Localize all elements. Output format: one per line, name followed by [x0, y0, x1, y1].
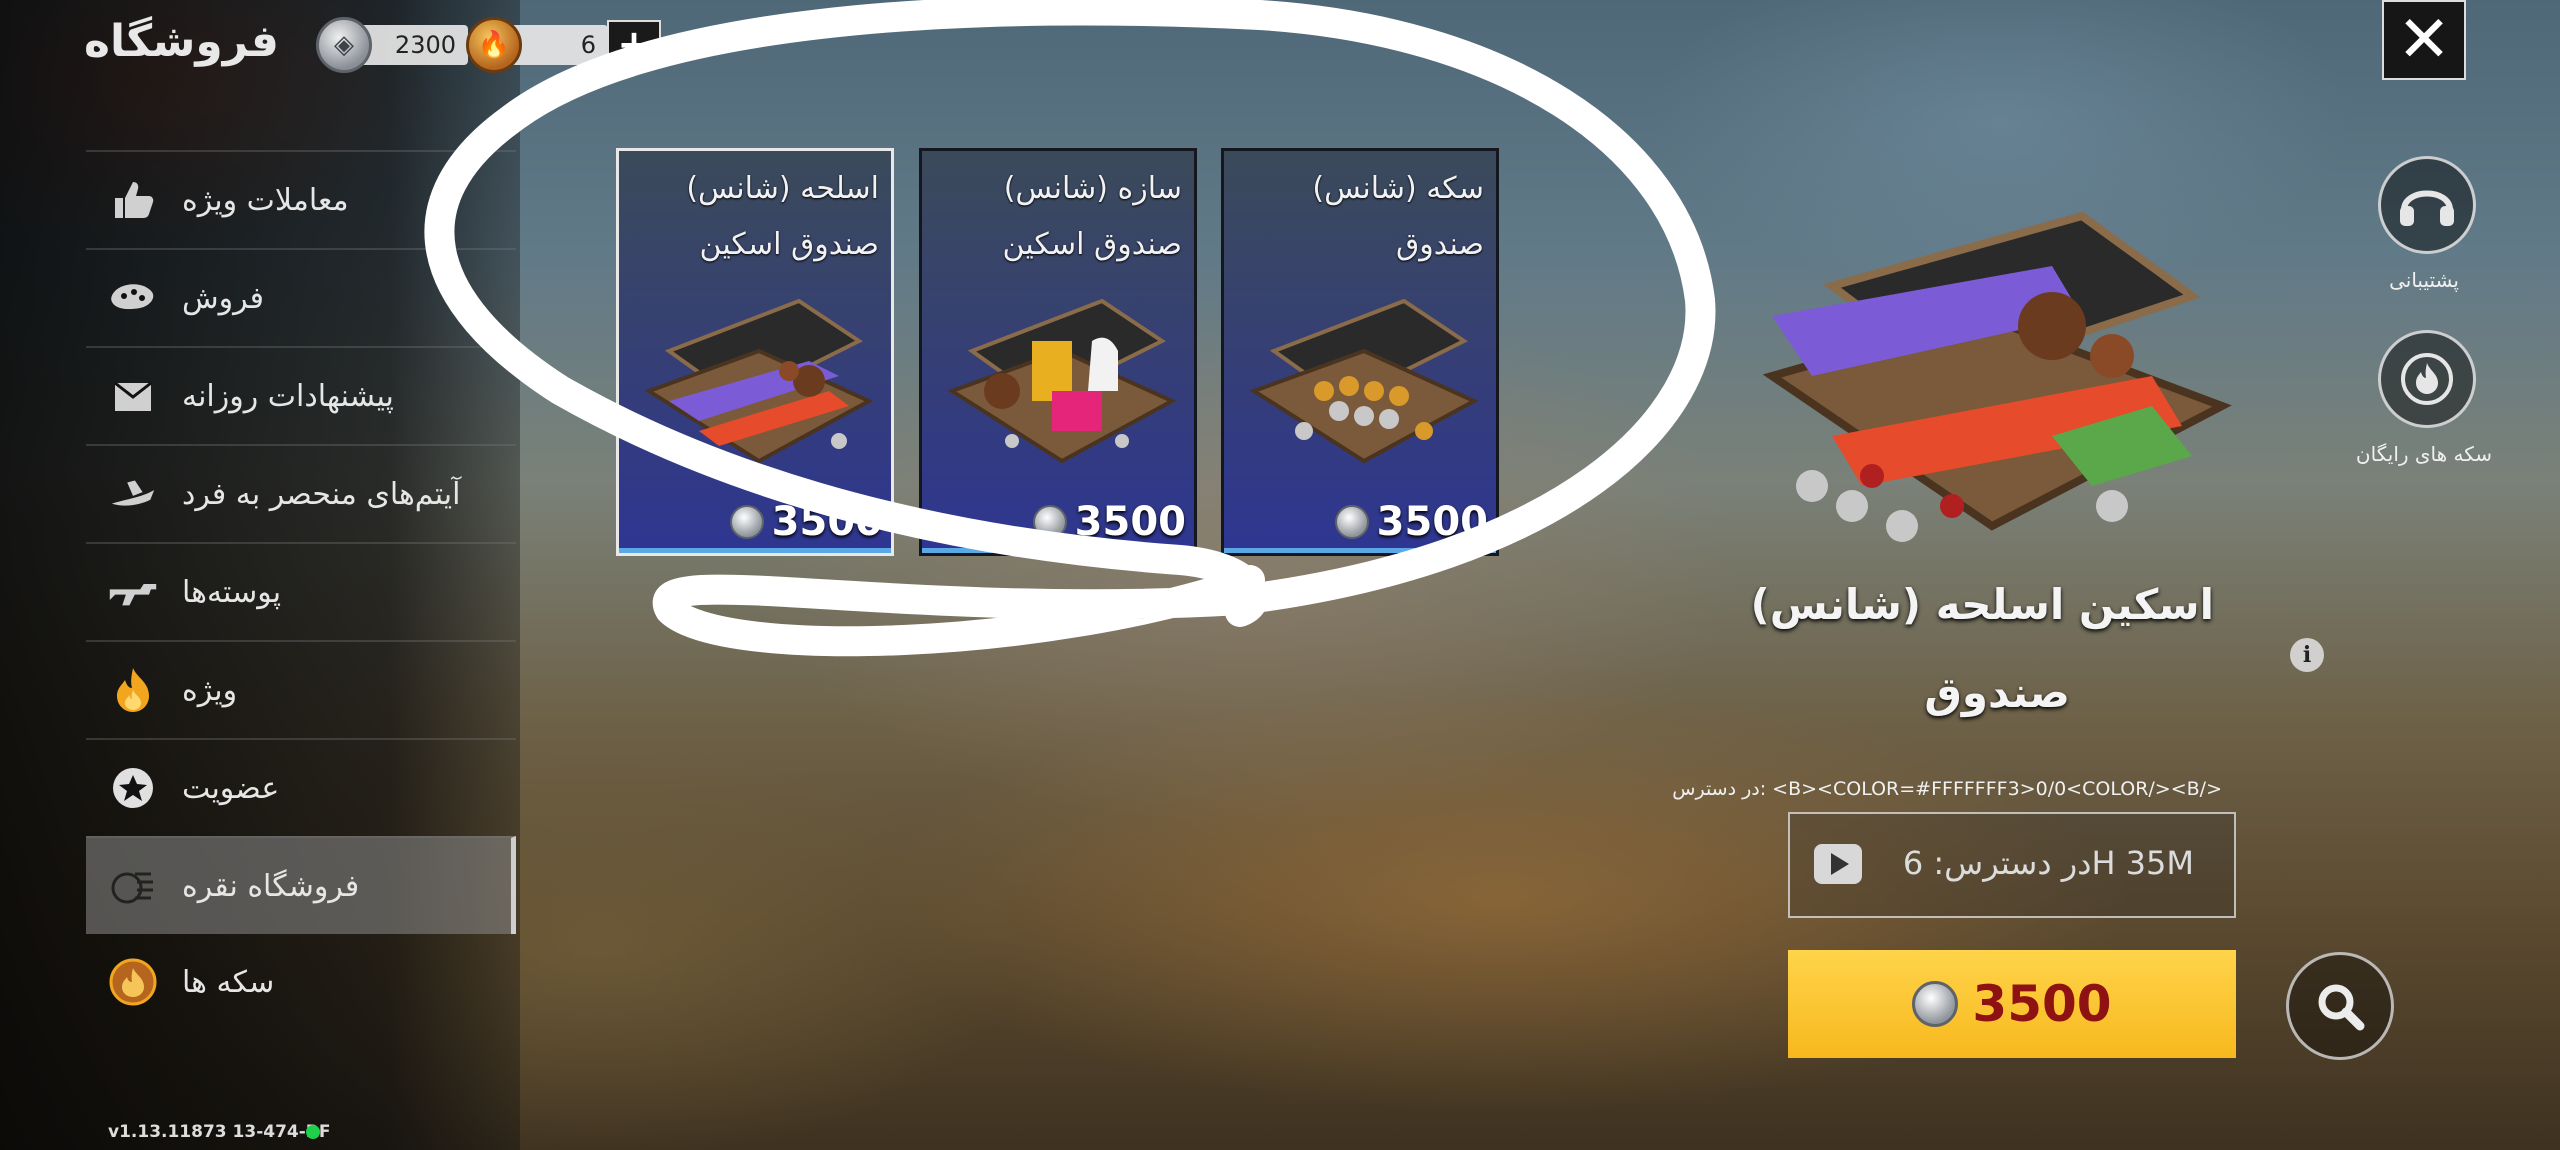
free-coins-button[interactable]: [2378, 330, 2476, 428]
sidebar-item-premium[interactable]: ویژه: [86, 640, 516, 738]
inspect-button[interactable]: [2286, 952, 2394, 1060]
product-card-weapon-skin-box[interactable]: اسلحه (شانس) صندوق اسکین 3500: [616, 148, 894, 556]
structure-crate-image: [947, 298, 1177, 464]
gold-flame-coin-icon: 🔥: [466, 17, 522, 73]
sidebar-item-label: فروشگاه نقره: [182, 868, 360, 904]
add-currency-button[interactable]: +: [607, 20, 661, 68]
sidebar-item-label: عضویت: [182, 770, 280, 806]
gold-coin-icon: [108, 957, 158, 1007]
sidebar-item-daily-offers[interactable]: پیشنهادات روزانه: [86, 346, 516, 444]
thumbs-up-icon: [108, 175, 158, 225]
sidebar-item-label: پوسته‌ها: [182, 574, 282, 610]
card-subtitle: صندوق اسکین: [699, 227, 879, 262]
hoverboard-icon: [108, 469, 158, 519]
free-coins-label: سکه های رایگان: [2355, 442, 2493, 466]
magnifier-icon: [2318, 984, 2365, 1031]
support-label: پشتیبانی: [2389, 268, 2459, 292]
flame-coin-icon: [2401, 353, 2453, 405]
play-video-icon: [1814, 844, 1862, 884]
availability-timer: در دسترس: 6H 35M: [1902, 844, 2194, 882]
sidebar-item-special-deals[interactable]: معاملات ویژه: [86, 150, 516, 248]
silver-coin-icon: [1334, 505, 1369, 539]
sidebar-item-label: پیشنهادات روزانه: [182, 378, 394, 414]
sidebar-item-label: معاملات ویژه: [182, 182, 349, 218]
product-card-structure-skin-box[interactable]: سازه (شانس) صندوق اسکین 3500: [919, 148, 1197, 556]
buy-button[interactable]: 3500: [1788, 950, 2236, 1058]
card-price-value: 3500: [771, 499, 883, 545]
item-title: اسکین اسلحه (شانس): [1750, 580, 2215, 629]
gold-currency: 🔥 6: [466, 17, 608, 73]
envelope-icon: [108, 371, 158, 421]
availability-text: در دسترس: <B><COLOR=#FFFFFFF3>0/0<COLOR/…: [1672, 778, 2222, 800]
sidebar-item-label: سکه ها: [182, 964, 275, 1000]
silver-coin-icon: [729, 505, 764, 539]
card-subtitle: صندوق اسکین: [1002, 227, 1182, 262]
card-title: اسلحه (شانس): [686, 171, 879, 206]
card-title: سکه (شانس): [1312, 171, 1484, 206]
product-card-coin-box[interactable]: سکه (شانس) صندوق 3500: [1221, 148, 1499, 556]
silver-coin-icon: [1032, 505, 1067, 539]
close-button[interactable]: ✕: [2382, 0, 2466, 80]
page-title: فروشگاه: [84, 16, 279, 67]
silver-currency: ◈ 2300: [316, 17, 468, 73]
category-menu: معاملات ویژه فروش پیشنهادات روزانه آیتم‌…: [86, 150, 516, 1030]
buy-price: 3500: [1972, 975, 2112, 1033]
sidebar-item-sale[interactable]: فروش: [86, 248, 516, 346]
sidebar-item-unique-items[interactable]: آیتم‌های منحصر به فرد: [86, 444, 516, 542]
weapon-crate-image: [644, 298, 874, 464]
card-subtitle: صندوق: [1395, 227, 1484, 262]
sidebar-item-membership[interactable]: عضویت: [86, 738, 516, 836]
watch-video-button[interactable]: در دسترس: 6H 35M: [1788, 812, 2236, 918]
coin-crate-image: [1249, 298, 1479, 464]
sidebar-item-skins[interactable]: پوسته‌ها: [86, 542, 516, 640]
card-price: 3500: [1032, 499, 1186, 545]
card-price-value: 3500: [1074, 499, 1186, 545]
headset-icon: [2400, 190, 2454, 226]
info-icon[interactable]: i: [2290, 638, 2324, 672]
silver-coin-icon: ◈: [316, 17, 372, 73]
version-label: v1.13.11873 13-474-RF: [108, 1122, 331, 1142]
membership-star-icon: [108, 763, 158, 813]
card-price-value: 3500: [1376, 499, 1488, 545]
card-price: 3500: [1334, 499, 1488, 545]
card-accent-bar: [1224, 548, 1496, 553]
weapon-crate-preview-image: [1762, 211, 2232, 542]
sidebar-item-silver-shop[interactable]: فروشگاه نقره: [86, 836, 516, 934]
rifle-icon: [108, 567, 158, 617]
card-title: سازه (شانس): [1003, 171, 1182, 206]
item-subtitle: صندوق: [1924, 668, 2070, 717]
card-accent-bar: [619, 548, 891, 553]
silver-coin-icon: [1912, 981, 1959, 1027]
online-status-indicator: [306, 1125, 320, 1139]
sidebar-item-label: فروش: [182, 280, 265, 316]
premium-flame-icon: [108, 665, 158, 715]
sidebar-item-coins[interactable]: سکه ها: [86, 934, 516, 1030]
sale-tag-icon: [108, 273, 158, 323]
support-button[interactable]: [2378, 156, 2476, 254]
card-accent-bar: [922, 548, 1194, 553]
card-price: 3500: [729, 499, 883, 545]
sidebar-item-label: آیتم‌های منحصر به فرد: [182, 476, 461, 512]
sidebar-item-label: ویژه: [182, 672, 238, 708]
silver-coins-icon: [108, 861, 158, 911]
